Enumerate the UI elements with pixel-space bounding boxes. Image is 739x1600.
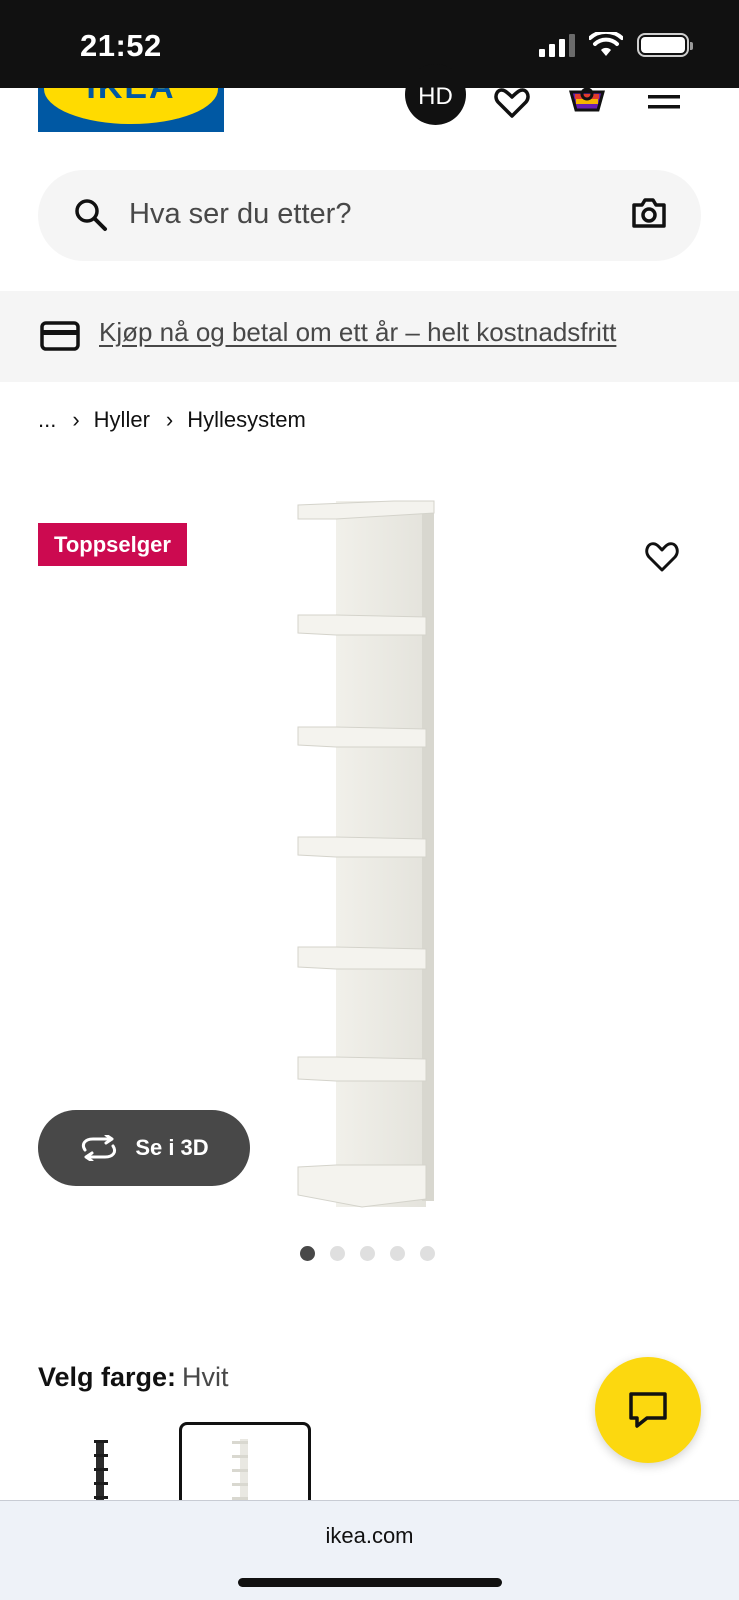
heart-icon[interactable] <box>492 88 532 118</box>
browser-address-bar: ikea.com <box>0 1500 739 1600</box>
status-badge: Toppselger <box>38 523 187 566</box>
ikea-logo[interactable]: IKEA <box>38 88 224 132</box>
menu-icon[interactable] <box>644 88 684 118</box>
image-carousel-dots <box>300 1246 435 1261</box>
search-input[interactable]: Hva ser du etter? <box>129 198 351 231</box>
chat-icon <box>629 1392 667 1428</box>
url-text[interactable]: ikea.com <box>0 1523 739 1549</box>
credit-card-icon <box>40 321 80 351</box>
carousel-dot[interactable] <box>360 1246 375 1261</box>
carousel-dot[interactable] <box>390 1246 405 1261</box>
carousel-dot[interactable] <box>420 1246 435 1261</box>
color-label: Velg farge: <box>38 1362 177 1392</box>
search-bar[interactable]: Hva ser du etter? <box>38 170 701 261</box>
view-3d-label: Se i 3D <box>135 1135 209 1160</box>
status-icons <box>539 32 693 58</box>
breadcrumb: ... › Hyller › Hyllesystem <box>38 407 306 433</box>
promo-link[interactable]: Kjøp nå og betal om ett år – helt kostna… <box>99 317 616 348</box>
breadcrumb-item-hyllesystem[interactable]: Hyllesystem <box>187 407 306 433</box>
battery-icon <box>637 33 693 57</box>
cart-icon[interactable] <box>567 88 607 118</box>
cellular-signal-icon <box>539 33 575 57</box>
chevron-right-icon: › <box>72 407 80 432</box>
product-image[interactable] <box>290 495 442 1210</box>
promo-banner: Kjøp nå og betal om ett år – helt kostna… <box>0 291 739 382</box>
site-header: IKEA HD <box>0 64 739 148</box>
user-avatar[interactable]: HD <box>405 64 466 125</box>
wifi-icon <box>589 32 623 56</box>
status-time: 21:52 <box>80 28 162 63</box>
color-selector-label: Velg farge: Hvit <box>38 1362 229 1393</box>
carousel-dot[interactable] <box>330 1246 345 1261</box>
breadcrumb-item-hyller[interactable]: Hyller <box>94 407 150 433</box>
search-icon <box>75 199 107 231</box>
avatar-initials: HD <box>418 83 453 110</box>
chevron-right-icon: › <box>165 407 174 432</box>
rotate-3d-icon <box>82 1135 117 1161</box>
view-3d-button[interactable]: Se i 3D <box>38 1110 250 1186</box>
breadcrumb-ellipsis[interactable]: ... <box>38 407 56 433</box>
camera-icon[interactable] <box>631 196 667 230</box>
carousel-dot[interactable] <box>300 1246 315 1261</box>
chat-button[interactable] <box>595 1357 701 1463</box>
home-indicator <box>238 1578 502 1587</box>
color-value: Hvit <box>182 1362 229 1392</box>
favorite-heart-icon[interactable] <box>645 542 679 572</box>
status-bar: 21:52 <box>0 0 739 88</box>
